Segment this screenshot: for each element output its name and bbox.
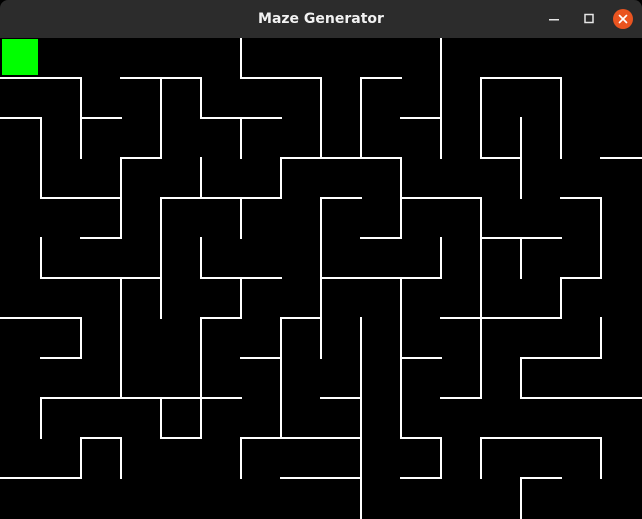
close-button[interactable] [612, 8, 634, 30]
player-marker [2, 39, 38, 75]
close-icon [613, 9, 633, 29]
minimize-icon [549, 19, 559, 21]
minimize-button[interactable] [543, 8, 565, 30]
app-window: Maze Generator [0, 0, 642, 519]
maximize-button[interactable] [578, 8, 600, 30]
maximize-icon [584, 13, 594, 24]
maze-canvas[interactable] [0, 38, 642, 519]
maze [0, 38, 642, 519]
title-bar[interactable]: Maze Generator [0, 0, 642, 39]
